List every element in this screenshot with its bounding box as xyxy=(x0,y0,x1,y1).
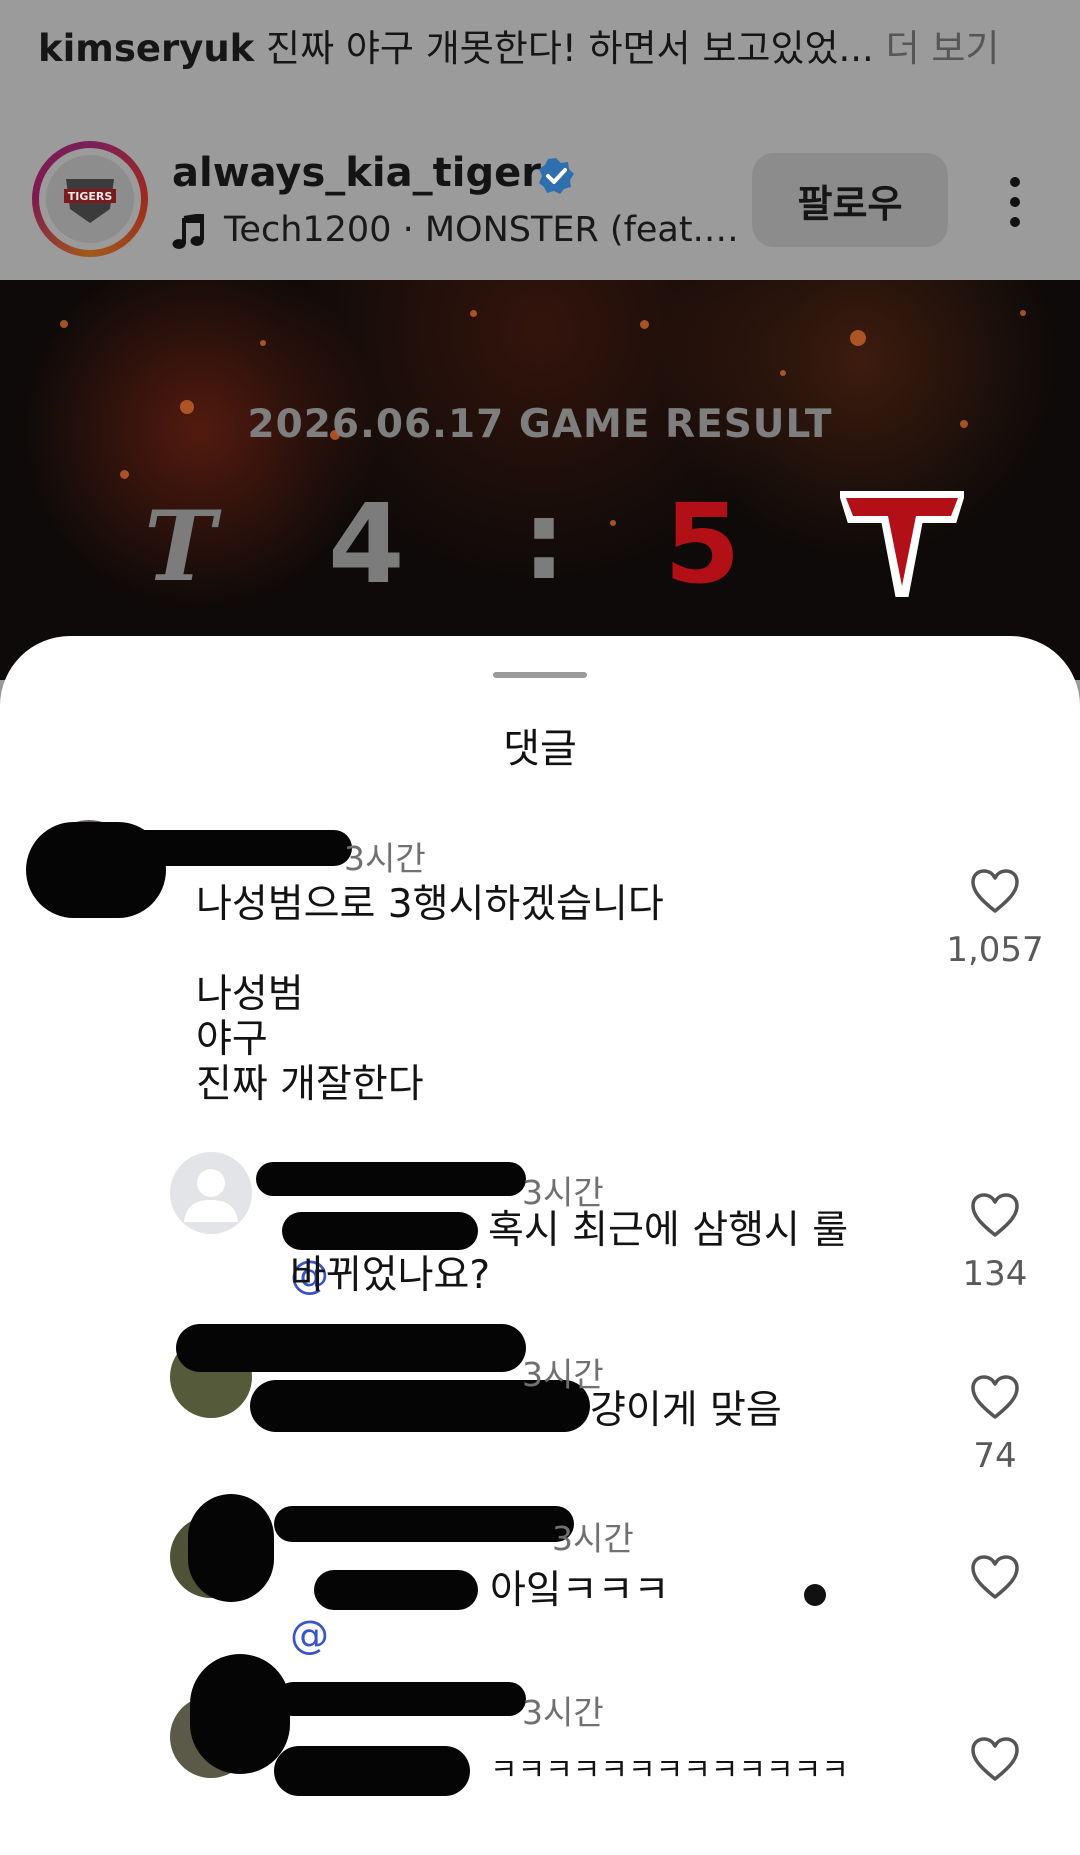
caption-more-link[interactable]: 더 보기 xyxy=(874,27,1000,70)
like-count: 1,057 xyxy=(946,930,1044,970)
score-separator: : xyxy=(522,476,566,604)
redaction xyxy=(188,1494,274,1602)
game-result-title: 2026.06.17 GAME RESULT xyxy=(247,402,833,447)
heart-icon[interactable] xyxy=(970,868,1020,914)
comment-time: 3시간 xyxy=(522,1693,604,1732)
username-redaction xyxy=(256,1162,526,1196)
verified-badge-icon xyxy=(539,158,574,194)
comment-text: 혹시 최근에 삼행시 룰 바뀌었나요? xyxy=(290,1208,849,1298)
heart-icon[interactable] xyxy=(970,1192,1020,1238)
comment-text: ㅋㅋㅋㅋㅋㅋㅋㅋㅋㅋㅋㅋㅋ xyxy=(490,1753,849,1788)
vertical-dots-icon[interactable] xyxy=(1000,176,1030,228)
username-redaction xyxy=(176,1324,526,1372)
away-team-logo-icon: T xyxy=(144,500,222,600)
svg-text:T: T xyxy=(144,500,222,600)
like-count: 74 xyxy=(973,1436,1017,1476)
home-team-logo-icon xyxy=(840,491,964,597)
username-redaction xyxy=(276,1682,526,1716)
comment-time: 3시간 xyxy=(522,1173,604,1212)
post-image-game-result[interactable]: 2026.06.17 GAME RESULT T 4 : 5 xyxy=(0,280,1080,680)
tigers-logo-icon: TIGERS xyxy=(46,155,134,243)
comment-time: 3시간 xyxy=(344,839,426,878)
sheet-title: 댓글 xyxy=(503,726,577,772)
redaction xyxy=(190,1654,290,1774)
comments-sheet: 댓글 3시간 나성범으로 3행시하겠습니다 나성범 야구 진짜 개잘한다 1,0… xyxy=(0,636,1080,1855)
account-avatar[interactable]: TIGERS xyxy=(32,141,148,257)
username-redaction xyxy=(274,1506,574,1542)
like-count: 134 xyxy=(962,1254,1028,1294)
music-note-icon xyxy=(172,214,204,249)
status-dot xyxy=(804,1584,826,1606)
comment-text: 나성범으로 3행시하겠습니다 나성범 야구 진짜 개잘한다 xyxy=(196,882,664,1107)
heart-icon[interactable] xyxy=(970,1554,1020,1600)
mention-redaction xyxy=(314,1570,478,1610)
comment-mention[interactable]: @ xyxy=(290,1613,329,1658)
home-score: 5 xyxy=(664,480,741,608)
caption-text: 진짜 야구 개못한다! 하면서 보고있었... xyxy=(254,27,874,70)
mention-redaction xyxy=(274,1746,470,1796)
post-caption[interactable]: kimseryuk 진짜 야구 개못한다! 하면서 보고있었... 더 보기 xyxy=(38,18,999,72)
username-redaction xyxy=(112,830,352,866)
comment-time: 3시간 xyxy=(552,1519,634,1558)
follow-button[interactable]: 팔로우 xyxy=(752,153,948,247)
caption-username[interactable]: kimseryuk xyxy=(38,27,254,70)
post-header: kimseryuk 진짜 야구 개못한다! 하면서 보고있었... 더 보기 T… xyxy=(0,0,1080,280)
heart-icon[interactable] xyxy=(970,1736,1020,1782)
avatar[interactable] xyxy=(170,1152,252,1234)
away-score: 4 xyxy=(328,480,405,608)
comment-text: 걍이게 맞음 xyxy=(590,1388,782,1433)
heart-icon[interactable] xyxy=(970,1374,1020,1420)
default-avatar-icon xyxy=(184,1169,238,1222)
music-track[interactable]: Tech1200 · MONSTER (feat.… xyxy=(224,210,739,250)
comment-text: 아잌ㅋㅋㅋ xyxy=(490,1568,670,1613)
logo-text: TIGERS xyxy=(68,190,113,203)
account-username[interactable]: always_kia_tigers xyxy=(172,150,565,196)
drag-handle[interactable] xyxy=(493,672,587,678)
